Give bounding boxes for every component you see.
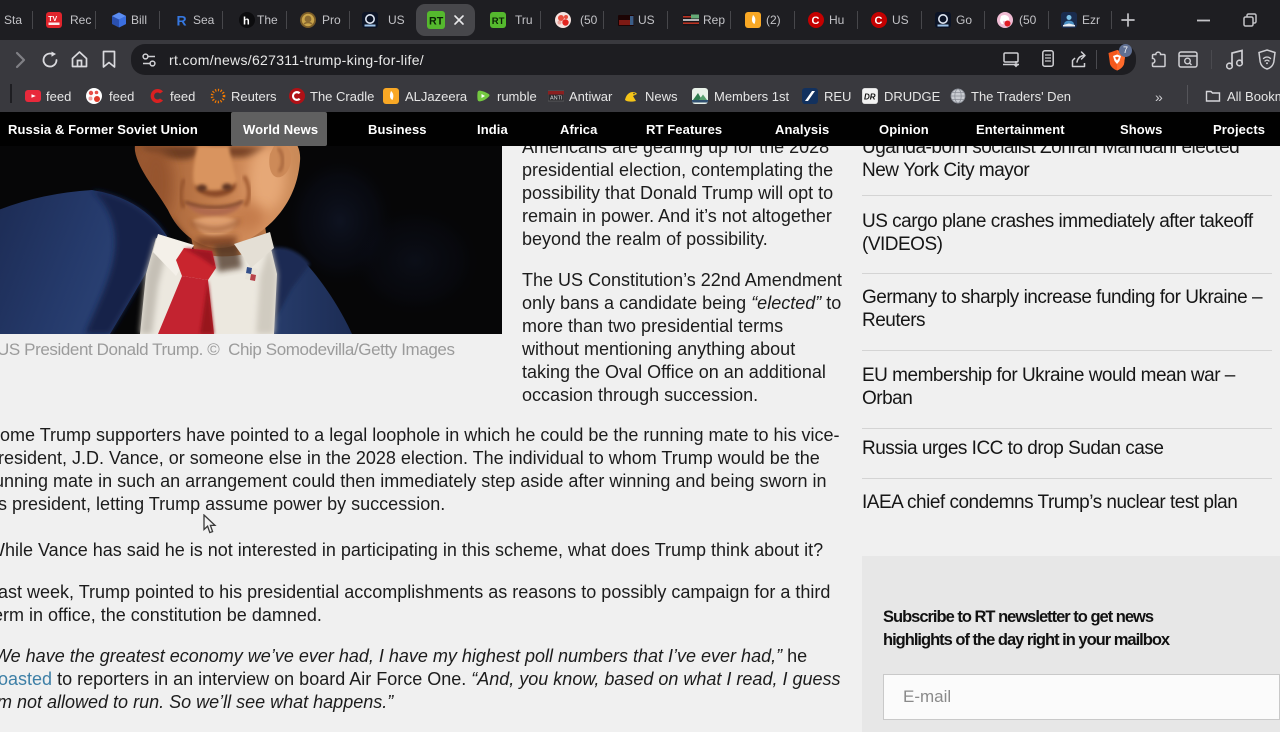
svg-text:TV: TV bbox=[48, 16, 57, 23]
svg-text:DR: DR bbox=[864, 93, 876, 102]
svg-text:C: C bbox=[812, 15, 820, 27]
svg-text:RT: RT bbox=[429, 16, 444, 28]
svg-text:RT: RT bbox=[492, 16, 505, 27]
svg-text:ANTI: ANTI bbox=[550, 96, 563, 102]
svg-text:C: C bbox=[875, 15, 883, 27]
svg-text:R: R bbox=[177, 13, 187, 29]
svg-text:h: h bbox=[243, 16, 250, 28]
